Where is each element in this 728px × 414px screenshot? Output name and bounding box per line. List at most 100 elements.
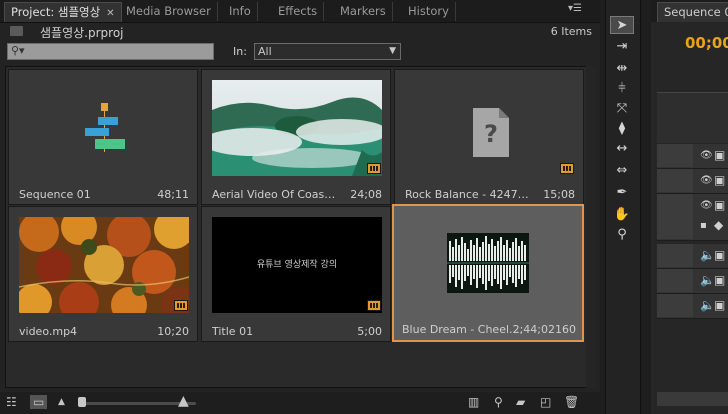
project-item-blue-dream[interactable]: Blue Dream - Cheel.... 2;44;02160 — [392, 204, 584, 342]
vertical-scrollbar[interactable] — [586, 66, 596, 388]
title-text: 유튜브 영상제작 강의 — [256, 260, 338, 270]
trash-icon[interactable]: 🗑 — [564, 395, 579, 409]
find-icon[interactable]: ⚲ — [494, 395, 503, 409]
eye-icon[interactable]: 👁 — [700, 150, 713, 161]
razor-tool-icon[interactable]: ⧫ — [610, 120, 634, 138]
hand-tool-icon[interactable]: ✋ — [610, 206, 634, 224]
search-field[interactable]: ⚲▾ — [7, 43, 214, 60]
audio-waveform — [447, 233, 529, 293]
timeline-panel: Sequence 01 00;00; 👁 ▣ 👁 ▣ 👁 ▣ ▪ ◆ 🔈 ▣ 🔈… — [651, 0, 728, 414]
project-item-title[interactable]: 유튜브 영상제작 강의 Title 01 5;00 — [201, 206, 391, 342]
track-lock-area[interactable] — [657, 144, 693, 167]
sequence-icon — [19, 80, 189, 176]
tab-info[interactable]: Info — [223, 2, 258, 21]
track-lock-area[interactable] — [657, 294, 693, 317]
project-file-name: 샘플영상.prproj — [40, 26, 124, 40]
search-icon[interactable]: ⚲▾ — [11, 44, 25, 57]
in-label: In: — [233, 45, 247, 58]
track-lock-area[interactable] — [657, 194, 693, 239]
slip-tool-icon[interactable]: ↔ — [610, 140, 634, 158]
track-select-tool-icon[interactable]: ⇥ — [610, 38, 634, 56]
project-item-video-mp4[interactable]: video.mp4 10;20 — [8, 206, 198, 342]
project-item-sequence[interactable]: Sequence 01 48;11 — [8, 69, 198, 205]
timeline-scrollbar[interactable] — [657, 392, 728, 406]
project-bottom-toolbar: ☷ ▭ ▲ ▲ ▥ ⚲ ▰ ◰ 🗑 — [0, 392, 600, 414]
in-filter-select[interactable]: All ▼ — [254, 43, 401, 60]
item-duration: 2;44;02160 — [512, 323, 576, 336]
timeline-ruler — [657, 92, 728, 143]
ripple-edit-tool-icon[interactable]: ⇹ — [610, 60, 634, 78]
new-bin-icon[interactable]: ▰ — [516, 395, 525, 409]
pen-tool-icon[interactable]: ✒ — [610, 184, 634, 202]
project-item-rock-balance[interactable]: ? Rock Balance - 42470.mp4 15;08 — [394, 69, 584, 205]
search-input[interactable] — [36, 44, 206, 59]
zoom-tool-icon[interactable]: ⚲ — [610, 226, 634, 244]
camera-icon[interactable]: ▣ — [714, 173, 725, 187]
track-lock-area[interactable] — [657, 269, 693, 292]
item-name: Title 01 — [212, 325, 254, 338]
panel-tab-bar: Project: 샘플영상 ✕ Media Browser Info Effect… — [0, 0, 600, 23]
in-filter-value: All — [258, 45, 272, 58]
zoom-out-icon[interactable]: ▲ — [58, 397, 65, 407]
zoom-in-icon[interactable]: ▲ — [178, 393, 189, 409]
audio-track-header: 🔈 ▣ — [657, 269, 728, 294]
item-count: 6 Items — [550, 25, 592, 38]
video-track-header: 👁 ▣ — [657, 169, 728, 194]
audio-clip-icon[interactable]: ▣ — [714, 298, 725, 312]
missing-file-icon: ? — [405, 80, 575, 176]
tab-markers[interactable]: Markers — [334, 2, 393, 21]
item-name: Sequence 01 — [19, 188, 91, 201]
rolling-edit-tool-icon[interactable]: ⫩ — [610, 80, 634, 98]
automate-to-sequence-icon[interactable]: ▥ — [468, 395, 479, 409]
video-thumbnail — [19, 217, 189, 313]
project-icon-grid: Sequence 01 48;11 Aerial Video Of Coastl… — [5, 66, 593, 388]
tab-media-browser[interactable]: Media Browser — [120, 2, 218, 21]
item-duration: 5;00 — [357, 325, 382, 338]
slide-tool-icon[interactable]: ⇔ — [610, 162, 634, 180]
video-badge-icon — [560, 163, 574, 174]
video-badge-icon — [174, 300, 188, 311]
keyframe-diamond-icon[interactable]: ◆ — [714, 218, 723, 232]
speaker-icon[interactable]: 🔈 — [700, 273, 715, 287]
icon-view-icon[interactable]: ▭ — [30, 395, 48, 409]
tab-markers-label: Markers — [340, 4, 386, 18]
new-item-icon[interactable]: ◰ — [540, 395, 551, 409]
video-badge-icon — [367, 300, 381, 311]
list-view-icon[interactable]: ☷ — [6, 395, 17, 409]
tab-info-label: Info — [229, 4, 251, 18]
tab-project[interactable]: Project: 샘플영상 ✕ — [4, 2, 122, 22]
tab-history[interactable]: History — [402, 2, 456, 21]
rate-stretch-tool-icon[interactable]: ⤧ — [610, 100, 634, 118]
track-lock-area[interactable] — [657, 169, 693, 192]
tab-effects[interactable]: Effects — [272, 2, 325, 21]
camera-icon[interactable]: ▣ — [714, 198, 725, 212]
tab-sequence-01[interactable]: Sequence 01 — [657, 2, 728, 22]
speaker-icon[interactable]: 🔈 — [700, 248, 715, 262]
item-duration: 10;20 — [157, 325, 189, 338]
item-name: Rock Balance - 42470.mp4 — [405, 188, 531, 201]
audio-clip-icon[interactable]: ▣ — [714, 248, 725, 262]
playhead-timecode[interactable]: 00;00; — [685, 34, 728, 52]
video-badge-icon — [367, 163, 381, 174]
item-duration: 15;08 — [543, 188, 575, 201]
tab-effects-label: Effects — [278, 4, 318, 18]
item-duration: 48;11 — [157, 188, 189, 201]
eye-icon[interactable]: 👁 — [700, 175, 713, 186]
zoom-slider-handle[interactable] — [78, 397, 86, 407]
video-thumbnail — [212, 80, 382, 176]
title-thumbnail: 유튜브 영상제작 강의 — [212, 217, 382, 313]
eye-icon[interactable]: 👁 — [700, 200, 713, 211]
speaker-icon[interactable]: 🔈 — [700, 298, 715, 312]
camera-icon[interactable]: ▣ — [714, 148, 725, 162]
audio-clip-icon[interactable]: ▣ — [714, 273, 725, 287]
folder-icon — [10, 26, 23, 36]
video-track-header: 👁 ▣ ▪ ◆ — [657, 194, 728, 241]
project-item-aerial-video[interactable]: Aerial Video Of Coastline.... 24;08 — [201, 69, 391, 205]
audio-track-header: 🔈 ▣ — [657, 244, 728, 269]
panel-menu-icon[interactable]: ▾☰ — [568, 3, 582, 14]
keyframe-toggle-icon[interactable]: ▪ — [700, 220, 707, 231]
close-icon[interactable]: ✕ — [106, 8, 114, 19]
audio-track-header: 🔈 ▣ — [657, 294, 728, 319]
track-lock-area[interactable] — [657, 244, 693, 267]
selection-tool-icon[interactable]: ➤ — [610, 16, 634, 34]
